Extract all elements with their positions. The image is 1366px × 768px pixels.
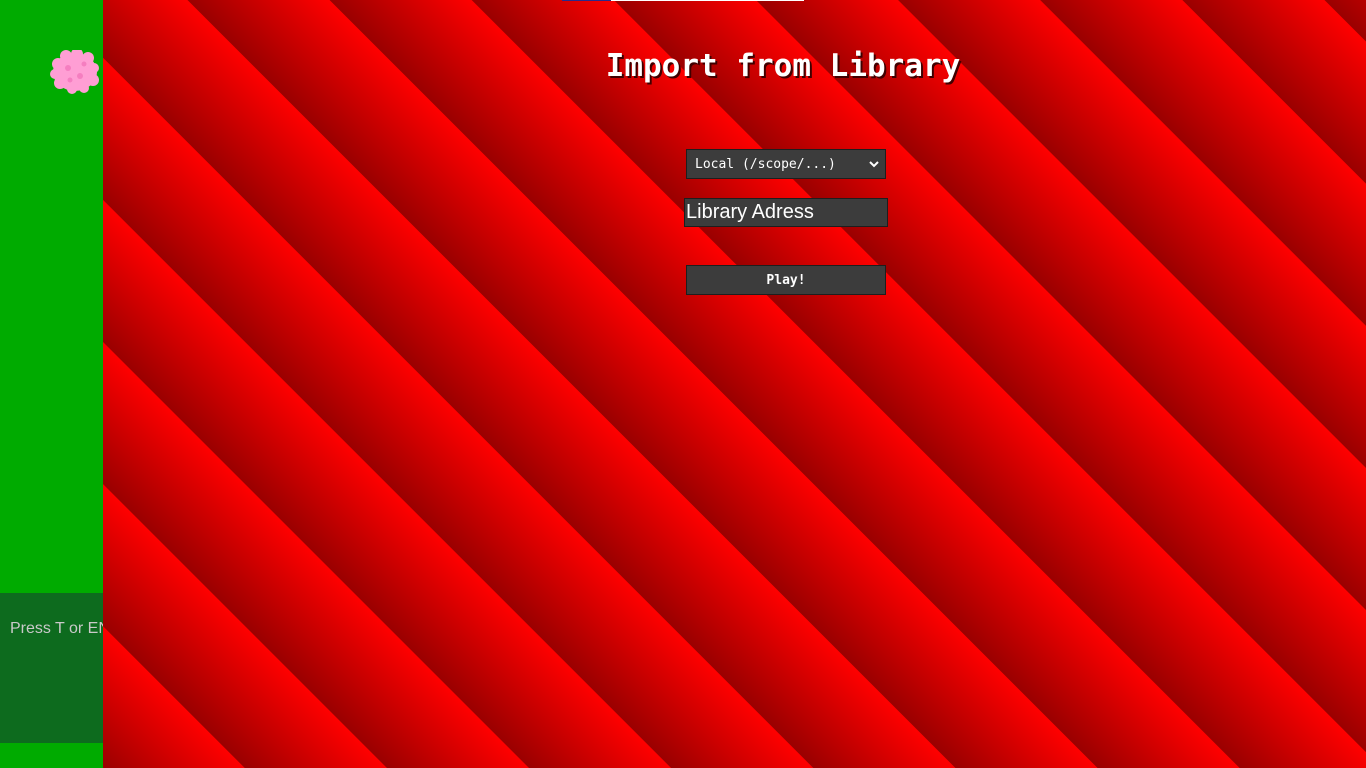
top-indicator-blue	[562, 0, 611, 1]
chat-box[interactable]: Press T or ENTER to chat	[0, 593, 103, 743]
chevron-down-icon	[868, 157, 880, 171]
library-source-selected: Local (/scope/...)	[695, 156, 836, 172]
app-root: Press T or ENTER to chat Import from Lib…	[0, 0, 1366, 768]
top-indicator-white	[611, 0, 804, 1]
chat-hint: Press T or ENTER to chat	[10, 620, 103, 637]
left-sidebar: Press T or ENTER to chat	[0, 0, 103, 768]
play-button-label: Play!	[766, 272, 806, 288]
page-title: Import from Library	[605, 48, 961, 84]
library-source-select[interactable]: Local (/scope/...)	[686, 149, 886, 179]
library-address-input[interactable]	[684, 198, 888, 227]
play-button[interactable]: Play!	[686, 265, 886, 295]
striped-background	[103, 0, 1366, 768]
